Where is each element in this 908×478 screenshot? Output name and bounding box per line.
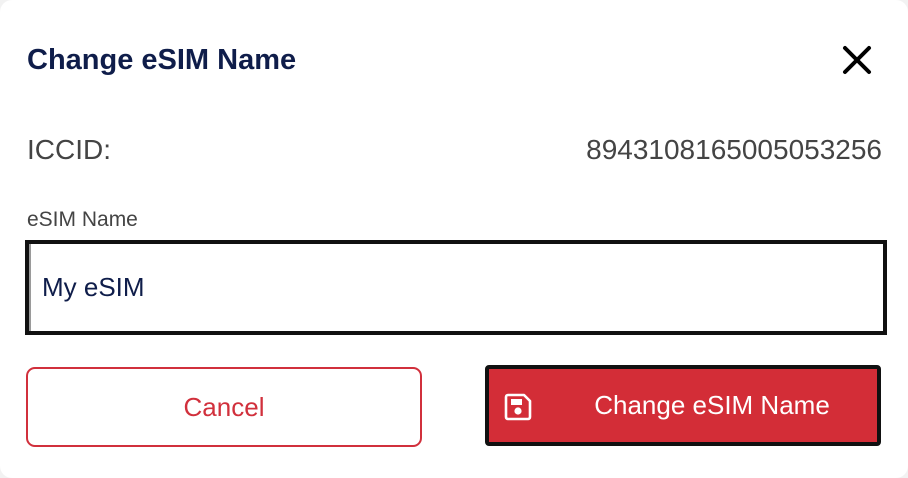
iccid-label: ICCID:: [27, 134, 111, 165]
esim-name-input[interactable]: [25, 240, 887, 335]
esim-name-label: eSIM Name: [27, 208, 138, 231]
iccid-value: 8943108165005053256: [586, 134, 882, 165]
change-esim-name-dialog: Change eSIM Name ICCID: 8943108165005053…: [0, 0, 908, 478]
change-esim-name-label: Change eSIM Name: [594, 390, 830, 420]
close-button[interactable]: [838, 41, 876, 79]
close-icon: [838, 41, 876, 79]
dialog-title: Change eSIM Name: [27, 44, 297, 76]
change-esim-name-button[interactable]: Change eSIM Name: [485, 365, 881, 446]
save-icon: [503, 392, 533, 422]
cancel-button[interactable]: Cancel: [26, 367, 422, 447]
